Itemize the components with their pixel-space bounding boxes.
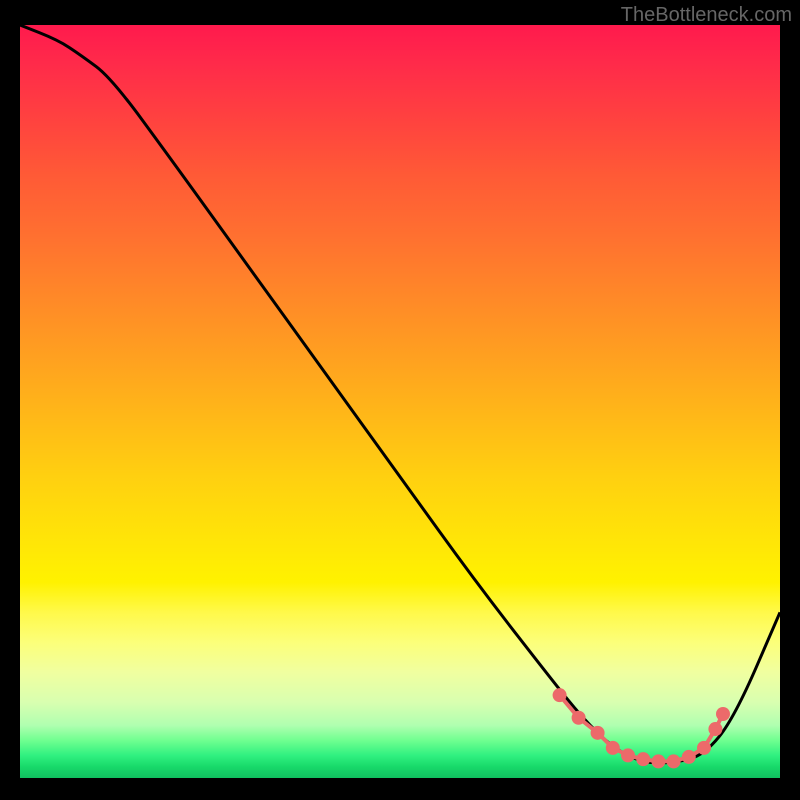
chart-plot-area xyxy=(20,25,780,778)
watermark-text: TheBottleneck.com xyxy=(621,4,792,27)
chart-background-gradient xyxy=(20,25,780,778)
